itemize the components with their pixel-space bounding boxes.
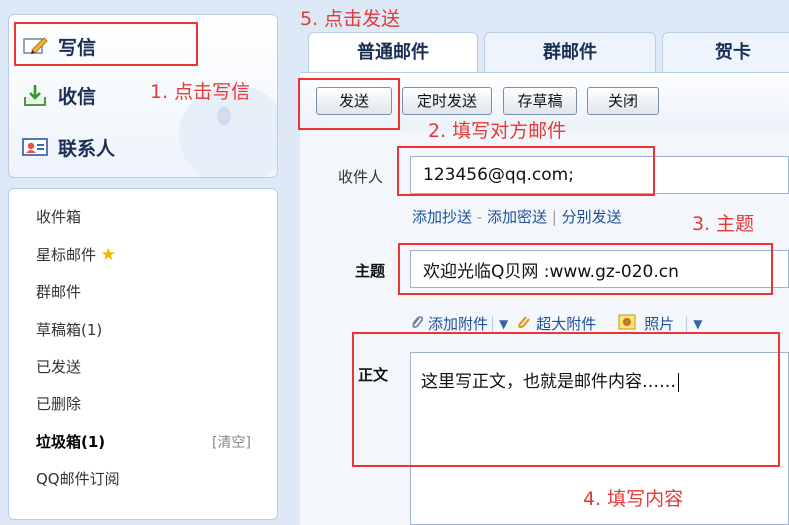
photo-dropdown-arrow-icon[interactable]: ▼ — [693, 317, 702, 331]
send-button[interactable]: 发送 — [316, 87, 392, 115]
photo-label: 照片 — [644, 315, 675, 333]
add-bcc-link[interactable]: 添加密送 — [487, 208, 547, 226]
large-attachment-link[interactable]: 超大附件 — [516, 313, 596, 334]
link-separator-pipe: | — [546, 208, 562, 226]
receive-mail-label: 收信 — [58, 85, 97, 108]
scheduled-send-button[interactable]: 定时发送 — [402, 87, 492, 115]
dropdown-arrow-icon[interactable]: ▼ — [499, 317, 508, 331]
close-button[interactable]: 关闭 — [587, 87, 659, 115]
clear-spam-link[interactable]: [清空] — [212, 432, 251, 452]
body-text: 这里写正文，也就是邮件内容…… — [421, 372, 676, 392]
folder-spam[interactable]: 垃圾箱(1) — [36, 431, 105, 452]
large-attachment-icon — [516, 314, 532, 334]
annotation-step1: 1. 点击写信 — [150, 81, 251, 103]
write-mail-button[interactable]: 写信 — [22, 30, 96, 62]
recipient-value: 123456@qq.com; — [423, 165, 574, 185]
subject-input[interactable]: 欢迎光临Q贝网 :www.gz-020.cn — [410, 250, 789, 288]
toolbar-divider — [492, 315, 494, 332]
tab-greeting-card[interactable]: 贺卡 — [662, 32, 789, 73]
folder-qq-subscriptions[interactable]: QQ邮件订阅 — [36, 468, 120, 489]
folder-starred-label: 星标邮件 — [36, 246, 101, 264]
annotation-step2: 2. 填写对方邮件 — [428, 120, 567, 142]
add-attachment-label: 添加附件 — [428, 315, 489, 333]
folder-inbox[interactable]: 收件箱 — [36, 206, 81, 227]
inbox-tray-icon — [22, 82, 48, 108]
add-attachment-link[interactable]: 添加附件 — [410, 313, 488, 334]
subject-label: 主题 — [355, 262, 386, 280]
body-label: 正文 — [358, 366, 389, 384]
recipient-input[interactable]: 123456@qq.com; — [410, 156, 789, 194]
contacts-button[interactable]: 联系人 — [22, 131, 115, 163]
annotation-step5: 5. 点击发送 — [300, 8, 401, 30]
large-attachment-label: 超大附件 — [536, 315, 597, 333]
folder-drafts[interactable]: 草稿箱(1) — [36, 319, 102, 340]
annotation-step3: 3. 主题 — [692, 213, 755, 235]
recipient-options: 添加抄送 - 添加密送 | 分别发送 — [412, 206, 622, 227]
save-draft-button[interactable]: 存草稿 — [503, 87, 577, 115]
toolbar-divider-2 — [686, 315, 688, 332]
photo-link[interactable]: 照片 — [618, 313, 674, 334]
send-separately-link[interactable]: 分别发送 — [562, 208, 622, 226]
annotation-step4: 4. 填写内容 — [583, 488, 684, 510]
add-cc-link[interactable]: 添加抄送 — [412, 208, 472, 226]
contacts-label: 联系人 — [58, 137, 116, 160]
star-icon: ★ — [100, 245, 117, 265]
paperclip-icon — [410, 314, 424, 334]
attachment-toolbar: 添加附件 ▼ 超大附件 照片 ▼ — [410, 313, 711, 334]
photo-icon — [618, 314, 636, 334]
tab-group-mail[interactable]: 群邮件 — [484, 32, 656, 73]
link-separator-dash: - — [472, 208, 487, 226]
folder-starred[interactable]: 星标邮件 ★ — [36, 244, 116, 265]
pencil-icon — [22, 33, 48, 59]
recipient-label: 收件人 — [338, 168, 384, 186]
folder-sent[interactable]: 已发送 — [36, 356, 81, 377]
folder-group-mail[interactable]: 群邮件 — [36, 281, 81, 302]
contact-card-icon — [22, 134, 48, 160]
folder-deleted[interactable]: 已删除 — [36, 393, 81, 414]
subject-value: 欢迎光临Q贝网 :www.gz-020.cn — [423, 261, 679, 282]
tab-normal-mail[interactable]: 普通邮件 — [308, 32, 478, 73]
receive-mail-button[interactable]: 收信 — [22, 79, 96, 111]
text-caret — [678, 372, 679, 392]
write-mail-label: 写信 — [58, 36, 97, 59]
